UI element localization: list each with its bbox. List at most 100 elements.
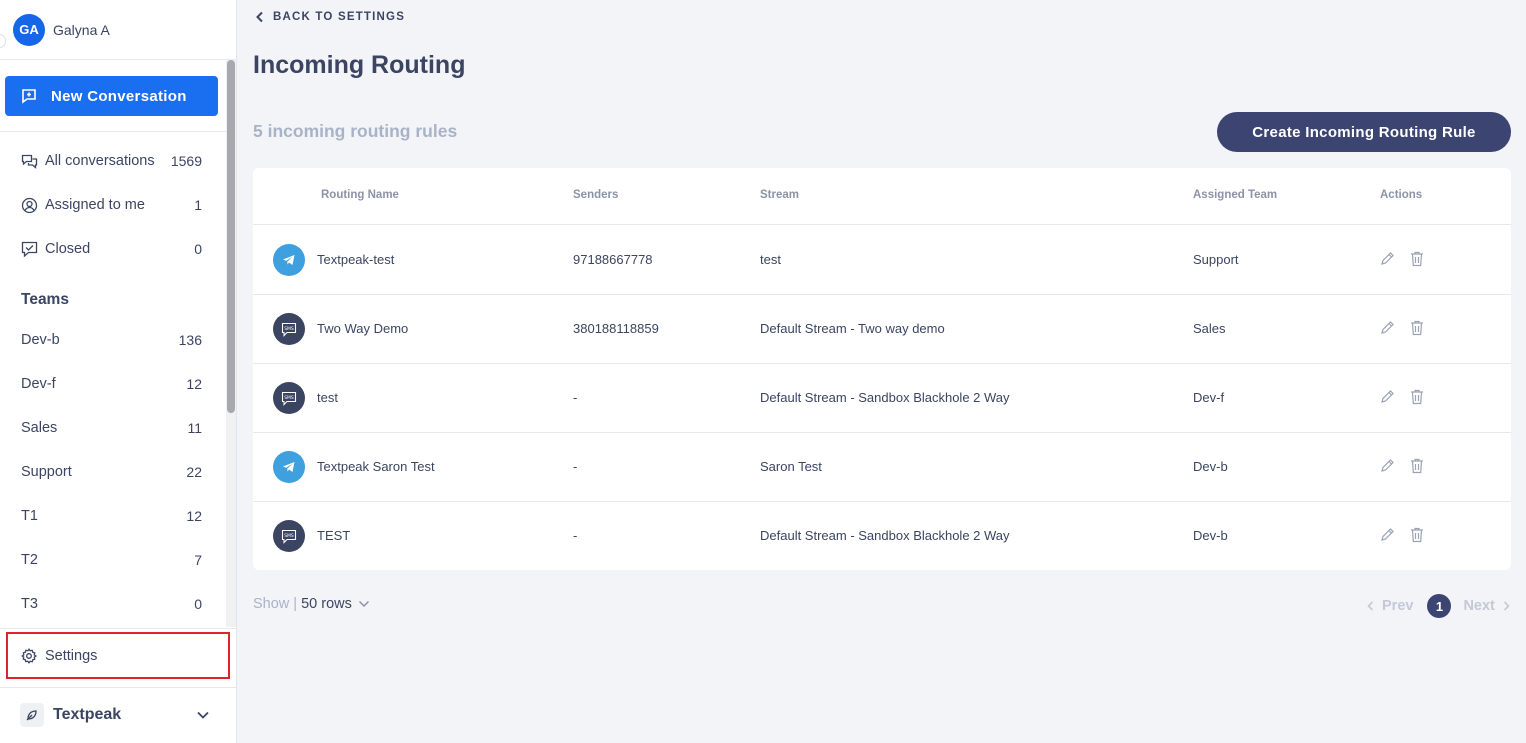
column-header[interactable]: Assigned Team bbox=[1193, 189, 1277, 201]
chevron-left-icon bbox=[1367, 601, 1374, 611]
trash-icon[interactable] bbox=[1409, 250, 1425, 268]
page-title: Incoming Routing bbox=[253, 51, 466, 79]
nav-count: 0 bbox=[194, 241, 202, 257]
collapse-handle[interactable] bbox=[0, 34, 6, 48]
senders: - bbox=[573, 390, 578, 405]
table-row[interactable]: SMS Two Way Demo 380188118859 Default St… bbox=[253, 295, 1511, 364]
telegram-icon bbox=[273, 244, 305, 276]
nav-count: 1 bbox=[194, 197, 202, 213]
table-row[interactable]: SMS test - Default Stream - Sandbox Blac… bbox=[253, 364, 1511, 433]
new-conversation-label: New Conversation bbox=[51, 87, 187, 105]
team-count: 22 bbox=[186, 464, 202, 480]
sidebar-scrollbar[interactable] bbox=[226, 60, 236, 627]
assigned-team: Dev-b bbox=[1193, 528, 1228, 543]
routing-name: TEST bbox=[317, 528, 351, 543]
edit-pencil-icon[interactable] bbox=[1379, 388, 1395, 406]
trash-icon[interactable] bbox=[1409, 526, 1425, 544]
team-item[interactable]: Support 22 bbox=[21, 460, 202, 484]
divider bbox=[0, 628, 237, 629]
routing-name: Two Way Demo bbox=[317, 321, 409, 336]
user-circle-icon bbox=[21, 197, 38, 213]
trash-icon[interactable] bbox=[1409, 457, 1425, 475]
senders: 97188667778 bbox=[573, 252, 653, 267]
settings-label: Settings bbox=[45, 647, 98, 664]
stream: Default Stream - Sandbox Blackhole 2 Way bbox=[760, 528, 1010, 543]
nav-assigned-to-me[interactable]: Assigned to me 1 bbox=[21, 193, 202, 217]
team-label: Sales bbox=[21, 420, 58, 436]
chat-check-icon bbox=[21, 241, 38, 257]
team-label: Support bbox=[21, 464, 72, 480]
assigned-team: Dev-f bbox=[1193, 390, 1225, 405]
routing-table: Routing Name Senders Stream Assigned Tea… bbox=[253, 168, 1511, 570]
prev-label: Prev bbox=[1382, 598, 1414, 614]
column-header[interactable]: Senders bbox=[573, 189, 618, 201]
table-row[interactable]: Textpeak-test 97188667778 test Support bbox=[253, 226, 1511, 295]
column-header: Actions bbox=[1380, 189, 1423, 201]
rule-count: 5 incoming routing rules bbox=[253, 121, 458, 141]
team-item[interactable]: T2 7 bbox=[21, 548, 202, 572]
next-page-button[interactable]: Next bbox=[1463, 598, 1510, 614]
user-header[interactable]: GA Galyna A bbox=[0, 0, 236, 60]
next-label: Next bbox=[1463, 598, 1495, 614]
trash-icon[interactable] bbox=[1409, 319, 1425, 337]
teams-heading: Teams bbox=[21, 291, 69, 308]
column-header[interactable]: Routing Name bbox=[321, 189, 399, 201]
stream: test bbox=[760, 252, 781, 267]
team-count: 12 bbox=[186, 508, 202, 524]
assigned-team: Support bbox=[1193, 252, 1239, 267]
back-to-settings-link[interactable]: BACK TO SETTINGS bbox=[255, 11, 405, 23]
table-row[interactable]: SMS TEST - Default Stream - Sandbox Blac… bbox=[253, 502, 1511, 571]
new-conversation-button[interactable]: New Conversation bbox=[5, 76, 218, 116]
nav-label: All conversations bbox=[45, 153, 155, 169]
svg-text:SMS: SMS bbox=[284, 533, 294, 539]
stream: Saron Test bbox=[760, 459, 822, 474]
sms-icon: SMS bbox=[273, 382, 305, 414]
nav-all-conversations[interactable]: All conversations 1569 bbox=[21, 149, 202, 173]
routing-name: Textpeak Saron Test bbox=[317, 459, 435, 474]
team-item[interactable]: Sales 11 bbox=[21, 416, 202, 440]
org-name: Textpeak bbox=[53, 706, 122, 723]
chevron-left-icon bbox=[256, 11, 263, 23]
create-routing-rule-button[interactable]: Create Incoming Routing Rule bbox=[1217, 112, 1511, 152]
prev-page-button[interactable]: Prev bbox=[1366, 598, 1413, 614]
team-label: Dev-f bbox=[21, 376, 56, 392]
edit-pencil-icon[interactable] bbox=[1379, 250, 1395, 268]
column-header[interactable]: Stream bbox=[760, 189, 799, 201]
edit-pencil-icon[interactable] bbox=[1379, 319, 1395, 337]
team-count: 7 bbox=[194, 552, 202, 568]
nav-count: 1569 bbox=[170, 153, 202, 169]
org-switcher[interactable]: Textpeak bbox=[20, 701, 210, 729]
senders: 380188118859 bbox=[573, 321, 659, 336]
divider bbox=[0, 131, 227, 132]
svg-text:SMS: SMS bbox=[284, 326, 294, 332]
svg-text:SMS: SMS bbox=[284, 395, 294, 401]
chevron-down-icon[interactable] bbox=[196, 710, 210, 720]
chat-bubbles-icon bbox=[21, 154, 38, 169]
settings-nav-item[interactable]: Settings bbox=[6, 632, 230, 679]
edit-pencil-icon[interactable] bbox=[1379, 526, 1395, 544]
nav-closed[interactable]: Closed 0 bbox=[21, 237, 202, 261]
page-number-current[interactable]: 1 bbox=[1427, 594, 1452, 618]
team-item[interactable]: T1 12 bbox=[21, 504, 202, 528]
team-item[interactable]: Dev-f 12 bbox=[21, 372, 202, 396]
org-logo bbox=[20, 703, 44, 727]
chevron-down-icon bbox=[358, 600, 369, 608]
assigned-team: Dev-b bbox=[1193, 459, 1228, 474]
scrollbar-thumb[interactable] bbox=[227, 60, 235, 413]
team-item[interactable]: T3 0 bbox=[21, 592, 202, 616]
routing-name: Textpeak-test bbox=[317, 252, 395, 267]
nav-label: Closed bbox=[45, 241, 91, 257]
rows-per-page-value: 50 rows bbox=[301, 596, 352, 612]
table-row[interactable]: Textpeak Saron Test - Saron Test Dev-b bbox=[253, 433, 1511, 502]
team-item[interactable]: Dev-b 136 bbox=[21, 328, 202, 352]
routing-name: test bbox=[317, 390, 338, 405]
rows-per-page-select[interactable]: Show | 50 rows bbox=[253, 596, 370, 612]
trash-icon[interactable] bbox=[1409, 388, 1425, 406]
edit-pencil-icon[interactable] bbox=[1379, 457, 1395, 475]
avatar: GA bbox=[13, 13, 45, 46]
stream: Default Stream - Two way demo bbox=[760, 321, 945, 336]
nav-label: Assigned to me bbox=[45, 197, 145, 213]
team-label: T1 bbox=[21, 508, 38, 524]
team-count: 136 bbox=[178, 332, 202, 348]
user-name: Galyna A bbox=[53, 21, 110, 38]
